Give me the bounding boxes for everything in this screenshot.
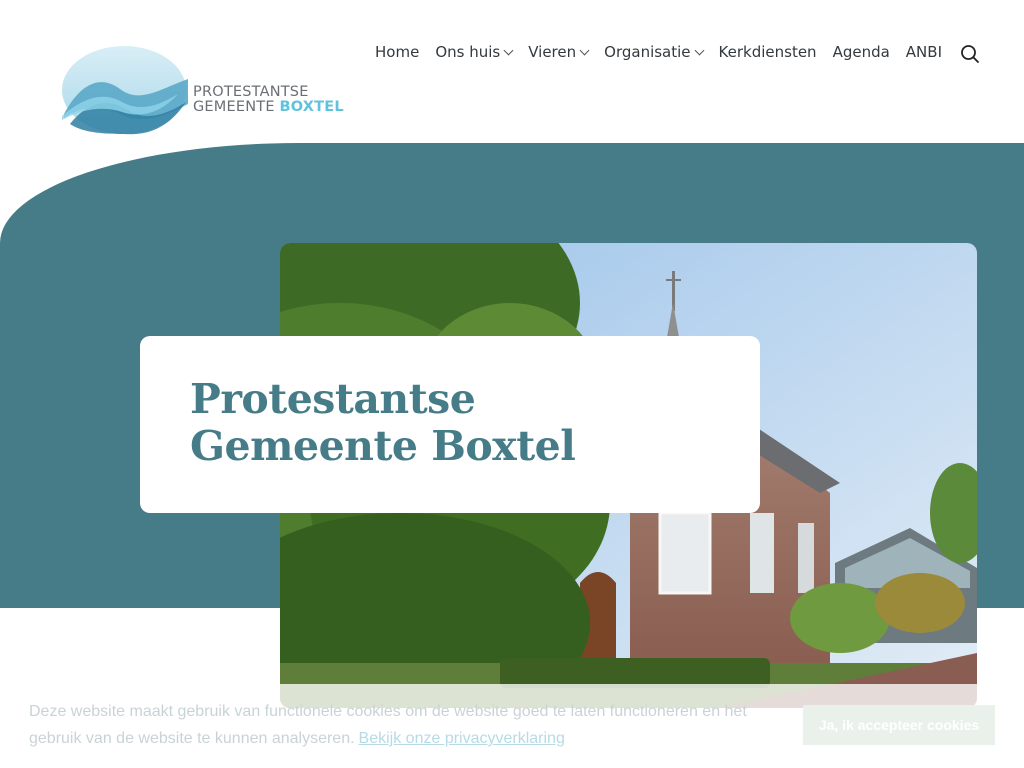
nav-item-label: Agenda bbox=[832, 43, 890, 61]
site-header: PROTESTANTSE GEMEENTE BOXTEL Home Ons hu… bbox=[0, 0, 1024, 143]
site-logo[interactable]: PROTESTANTSE GEMEENTE BOXTEL bbox=[60, 44, 344, 140]
nav-item-home[interactable]: Home bbox=[375, 43, 419, 61]
logo-line-2a: GEMEENTE bbox=[193, 99, 275, 115]
chevron-down-icon bbox=[503, 45, 514, 55]
hero-title-card: Protestantse Gemeente Boxtel bbox=[140, 336, 760, 513]
logo-line-2b: BOXTEL bbox=[279, 99, 344, 115]
wave-logo-icon bbox=[62, 46, 188, 135]
page-title: Protestantse Gemeente Boxtel bbox=[190, 375, 576, 470]
search-button[interactable] bbox=[960, 44, 980, 64]
cookie-message: Deze website maakt gebruik van functione… bbox=[29, 698, 769, 752]
nav-item-anbi[interactable]: ANBI bbox=[906, 43, 942, 61]
accept-cookies-button[interactable]: Ja, ik accepteer cookies bbox=[803, 705, 995, 745]
nav-item-label: Organisatie bbox=[604, 43, 691, 61]
nav-item-label: ANBI bbox=[905, 43, 942, 61]
main-navigation: Home Ons huis Vieren Organisatie Kerkdie… bbox=[375, 40, 980, 64]
nav-item-kerkdiensten[interactable]: Kerkdiensten bbox=[719, 43, 817, 61]
nav-item-organisatie[interactable]: Organisatie bbox=[604, 43, 704, 61]
nav-item-label: Ons huis bbox=[435, 43, 501, 61]
nav-item-label: Home bbox=[375, 43, 420, 61]
cookie-banner: Deze website maakt gebruik van functione… bbox=[0, 684, 1024, 768]
chevron-down-icon bbox=[579, 45, 590, 55]
nav-item-agenda[interactable]: Agenda bbox=[833, 43, 890, 61]
nav-item-ons-huis[interactable]: Ons huis bbox=[435, 43, 514, 61]
search-icon bbox=[961, 45, 979, 63]
privacy-policy-link[interactable]: Bekijk onze privacyverklaring bbox=[359, 730, 565, 747]
nav-item-label: Kerkdiensten bbox=[718, 43, 817, 61]
logo-wordmark: PROTESTANTSE GEMEENTE BOXTEL bbox=[193, 85, 344, 115]
logo-line-1: PROTESTANTSE bbox=[193, 84, 309, 100]
chevron-down-icon bbox=[694, 45, 704, 55]
nav-item-vieren[interactable]: Vieren bbox=[528, 43, 590, 61]
nav-item-label: Vieren bbox=[528, 43, 577, 61]
